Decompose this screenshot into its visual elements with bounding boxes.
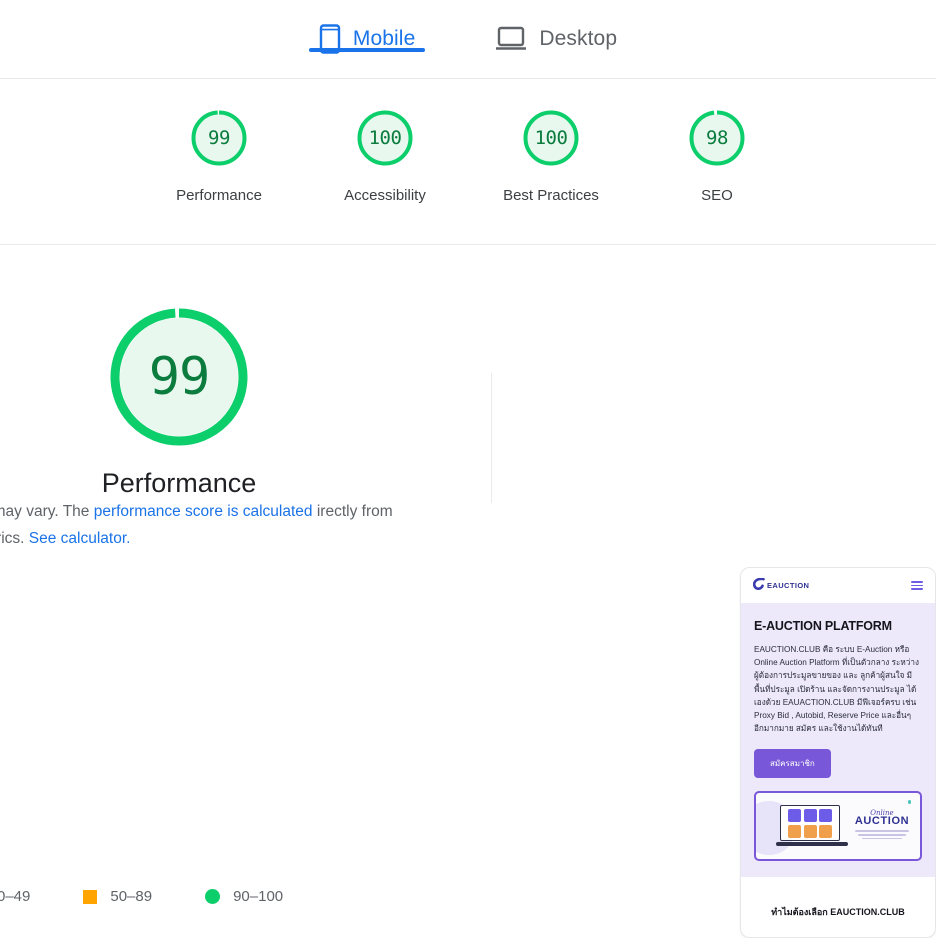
score-value-performance: 99 xyxy=(208,127,230,149)
vertical-divider xyxy=(491,373,492,503)
category-scores-strip: 99 Performance 100 Accessibility 100 Bes… xyxy=(0,79,936,245)
gauge-best-practices-small: 100 xyxy=(520,107,582,169)
site-logo-text: EAUCTION xyxy=(767,581,810,590)
illustration-title-text: AUCTION xyxy=(854,815,910,828)
score-item-performance[interactable]: 99 Performance xyxy=(136,107,302,204)
performance-section: 99 Performance ated and may vary. The pe… xyxy=(0,245,936,938)
screenshot-footer-text: ทำไมต้องเลือก EAUCTION.CLUB xyxy=(771,907,905,918)
tab-active-underline xyxy=(308,48,426,52)
circle-marker-icon xyxy=(205,889,221,904)
score-value-accessibility: 100 xyxy=(368,127,402,149)
legend-label-average: 50–89 xyxy=(110,888,153,905)
see-calculator-link[interactable]: See calculator. xyxy=(29,530,131,547)
illustration-dot-accent xyxy=(907,800,911,804)
score-legend: 0–49 50–89 90–100 xyxy=(0,888,336,905)
legend-item-poor: 0–49 xyxy=(0,888,30,905)
legend-label-poor: 0–49 xyxy=(0,888,31,905)
score-label-best-practices: Best Practices xyxy=(503,187,599,204)
gauge-accessibility-small: 100 xyxy=(354,107,416,169)
screenshot-body-text: EAUCTION.CLUB คือ ระบบ E-Auction หรือ On… xyxy=(754,645,919,734)
legend-item-average: 50–89 xyxy=(83,888,152,905)
screenshot-signup-button[interactable]: สมัครสมาชิก xyxy=(754,749,831,779)
legend-label-good: 90–100 xyxy=(233,888,284,905)
score-value-best-practices: 100 xyxy=(534,127,568,149)
screenshot-footer: ทำไมต้องเลือก EAUCTION.CLUB xyxy=(741,877,935,937)
gauge-performance-large: 99 xyxy=(102,300,256,454)
laptop-illustration-icon xyxy=(776,805,848,846)
performance-score-value: 99 xyxy=(148,347,211,407)
screenshot-illustration: Online AUCTION xyxy=(754,791,922,862)
score-item-best-practices[interactable]: 100 Best Practices xyxy=(468,107,634,204)
performance-score-calculated-link[interactable]: performance score is calculated xyxy=(94,503,313,520)
illustration-caption: Online AUCTION xyxy=(851,809,913,841)
laptop-icon xyxy=(495,26,527,52)
performance-summary: 99 Performance xyxy=(0,300,424,499)
score-item-accessibility[interactable]: 100 Accessibility xyxy=(302,107,468,204)
tab-mobile[interactable]: Mobile xyxy=(308,0,426,60)
square-marker-icon xyxy=(83,889,98,904)
site-logo: EAUCTION xyxy=(752,577,810,595)
gauge-performance-small: 99 xyxy=(188,107,250,169)
logo-swoosh-icon xyxy=(752,577,765,595)
page-screenshot-card[interactable]: EAUCTION E-AUCTION PLATFORM EAUCTION.CLU… xyxy=(740,567,936,938)
score-label-performance: Performance xyxy=(176,187,262,204)
hamburger-menu-icon[interactable] xyxy=(911,581,923,590)
illustration-placeholder-lines xyxy=(851,830,913,840)
score-label-accessibility: Accessibility xyxy=(344,187,426,204)
score-item-seo[interactable]: 98 SEO xyxy=(634,107,800,204)
legend-item-good: 90–100 xyxy=(205,888,283,905)
tab-desktop-label: Desktop xyxy=(539,27,618,50)
screenshot-heading: E-AUCTION PLATFORM xyxy=(754,619,892,633)
device-tab-bar: Mobile Desktop xyxy=(0,0,936,79)
gauge-seo-small: 98 xyxy=(686,107,748,169)
screenshot-site-header: EAUCTION xyxy=(741,568,935,603)
note-lead-text: ated and may vary. The xyxy=(0,503,90,520)
score-value-seo: 98 xyxy=(706,127,728,149)
performance-note: ated and may vary. The performance score… xyxy=(0,498,428,552)
screenshot-hero: E-AUCTION PLATFORM EAUCTION.CLUB คือ ระบ… xyxy=(741,603,935,878)
performance-title: Performance xyxy=(101,468,257,498)
tab-desktop[interactable]: Desktop xyxy=(485,0,627,60)
score-label-seo: SEO xyxy=(701,187,733,204)
